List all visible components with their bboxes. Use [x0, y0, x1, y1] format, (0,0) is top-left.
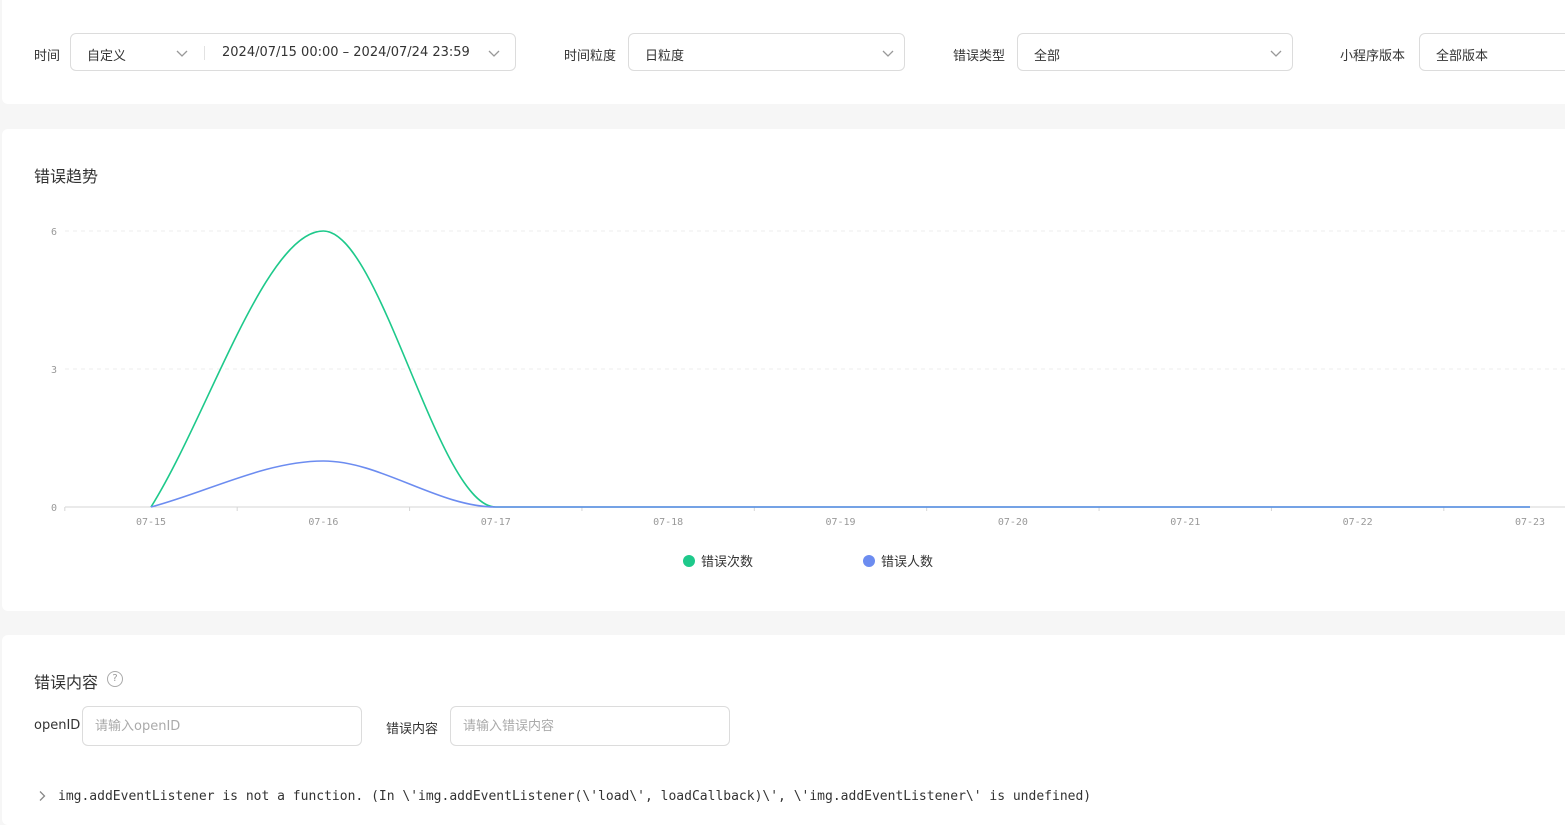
version-value[interactable]: 全部版本	[1436, 45, 1488, 64]
filter-bar: 时间 自定义 2024/07/15 00:00 – 2024/07/24 23:…	[2, 0, 1565, 104]
openid-label: openID	[34, 718, 81, 733]
picker-divider	[204, 46, 205, 60]
content-title: 错误内容	[34, 673, 99, 692]
chevron-down-icon[interactable]	[1269, 46, 1283, 60]
openid-input[interactable]	[82, 706, 362, 746]
error-type-select[interactable]: 全部	[1017, 33, 1293, 71]
time-mode-value[interactable]: 自定义	[87, 45, 126, 64]
error-trend-card: 错误趋势 0 3 6 07-15 07-16 07-17 07-18 07-19 07-20 07…	[2, 129, 1565, 611]
chevron-right-icon[interactable]	[36, 790, 48, 802]
question-circle-icon[interactable]: ?	[107, 671, 123, 687]
chevron-down-icon[interactable]	[487, 46, 501, 60]
version-label: 小程序版本	[1340, 49, 1406, 64]
y-tick-label: 6	[51, 227, 57, 238]
series-line	[150, 460, 1530, 508]
legend-dot	[863, 555, 875, 567]
error-content-card: 错误内容 ? openID 错误内容 img.addEventListener …	[2, 635, 1565, 825]
time-range-value[interactable]: 2024/07/15 00:00 – 2024/07/24 23:59	[222, 45, 470, 60]
legend-item-error-count[interactable]: 错误次数	[683, 551, 753, 570]
legend-item-error-users[interactable]: 错误人数	[863, 551, 933, 570]
error-trend-chart: 0 3 6 07-15 07-16 07-17 07-18 07-19 07-20 07-21 07…	[51, 227, 1565, 528]
x-tick-label: 07-15	[136, 517, 166, 528]
error-content-label: 错误内容	[386, 722, 439, 737]
error-type-label: 错误类型	[953, 49, 1006, 64]
legend-label: 错误次数	[701, 555, 754, 570]
granularity-select[interactable]: 日粒度	[628, 33, 905, 71]
y-tick-label: 3	[51, 365, 57, 376]
time-label: 时间	[34, 49, 61, 64]
x-tick-label: 07-17	[481, 517, 511, 528]
y-tick-label: 0	[51, 503, 57, 514]
chevron-down-icon[interactable]	[175, 46, 189, 60]
version-select[interactable]: 全部版本	[1419, 33, 1565, 71]
x-tick-label: 07-20	[998, 517, 1028, 528]
legend-label: 错误人数	[881, 555, 934, 570]
granularity-label: 时间粒度	[564, 49, 617, 64]
x-tick-label: 07-21	[1170, 517, 1200, 528]
x-tick-label: 07-19	[825, 517, 855, 528]
x-tick-label: 07-22	[1343, 517, 1373, 528]
granularity-value[interactable]: 日粒度	[645, 45, 684, 64]
error-content-input[interactable]	[450, 706, 730, 746]
legend-dot	[683, 555, 695, 567]
error-type-value[interactable]: 全部	[1034, 45, 1060, 64]
x-tick-label: 07-23	[1515, 517, 1545, 528]
x-tick-label: 07-16	[308, 517, 338, 528]
error-message-row[interactable]: img.addEventListener is not a function. …	[58, 789, 1091, 804]
chevron-down-icon[interactable]	[881, 46, 895, 60]
time-range-picker[interactable]: 自定义 2024/07/15 00:00 – 2024/07/24 23:59	[70, 33, 516, 71]
x-tick-label: 07-18	[653, 517, 683, 528]
